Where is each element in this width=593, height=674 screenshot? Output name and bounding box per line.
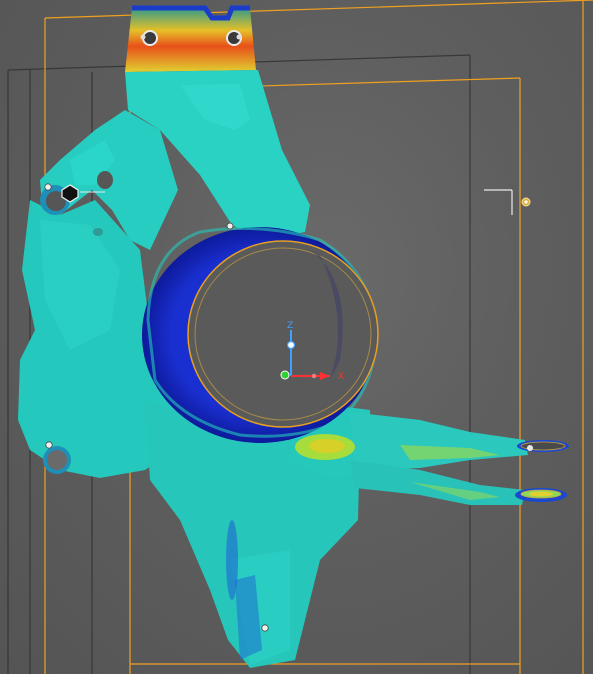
z-axis-label[interactable]: Z xyxy=(287,321,293,331)
lower-left-eyelet[interactable] xyxy=(43,446,71,474)
upper-right-eyelet[interactable] xyxy=(517,440,569,452)
vertex-point[interactable] xyxy=(44,183,52,191)
scene-canvas[interactable]: Z X xyxy=(0,0,593,674)
z-axis-handle[interactable] xyxy=(286,340,296,350)
vertex-point[interactable] xyxy=(261,624,269,632)
vertex-point[interactable] xyxy=(45,441,53,449)
lower-right-eyelet[interactable] xyxy=(515,488,567,502)
3d-viewport[interactable]: Z X xyxy=(0,0,593,674)
bearing-ring[interactable] xyxy=(142,226,379,443)
y-axis-handle[interactable] xyxy=(280,370,290,380)
manipulator-handle-icon[interactable] xyxy=(484,189,531,215)
vertex-point[interactable] xyxy=(226,222,234,230)
x-axis-label[interactable]: X xyxy=(338,372,344,382)
x-axis-handle[interactable] xyxy=(311,373,317,379)
mounting-bracket[interactable] xyxy=(125,5,256,72)
